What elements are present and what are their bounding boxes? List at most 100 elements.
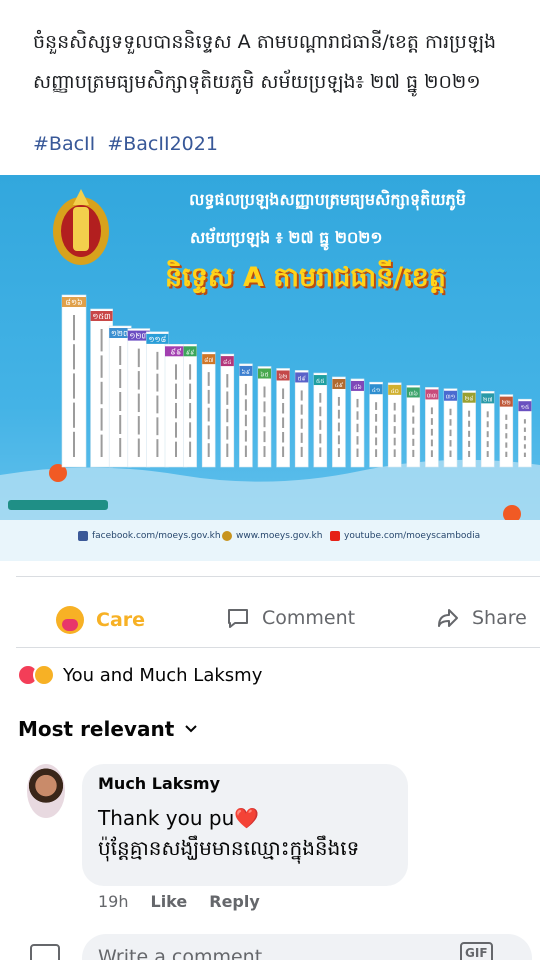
- bar-value-label: ៩៩: [186, 349, 195, 356]
- post-card: ចំនួនសិស្សទទួលបាននិទ្ទេស A តាមបណ្តារាជធា…: [0, 0, 540, 578]
- bar-province-label: [244, 430, 247, 442]
- bar-province-label: [175, 441, 177, 457]
- bar-value-label: ២២: [502, 400, 511, 407]
- bar-province-label: [505, 442, 508, 448]
- comment-button[interactable]: Comment: [226, 606, 355, 630]
- bar-value-label: ៤៩: [335, 382, 344, 389]
- bar-province-label: [282, 417, 285, 428]
- bar-province-label: [412, 405, 415, 413]
- reply-comment-button[interactable]: Reply: [209, 892, 260, 911]
- bar-province-label: [282, 446, 285, 457]
- care-emoji-icon: [56, 606, 84, 634]
- bar-province-label: [156, 395, 159, 414]
- bar-value-label: ២៨: [465, 396, 474, 403]
- image-link-youtube: youtube.com/moeyscambodia: [330, 531, 480, 541]
- bar-province-label: [337, 396, 340, 406]
- bar-province-label: [189, 402, 192, 419]
- bar-province-label: [73, 402, 75, 428]
- gif-button[interactable]: GIF: [460, 942, 493, 960]
- bar-province-label: [356, 423, 359, 433]
- comment-text-line-1: Thank you pu❤️: [98, 806, 260, 830]
- bar-province-label: [263, 446, 266, 457]
- bar-province-label: [137, 393, 140, 413]
- bar-province-label: [100, 329, 103, 352]
- bar-province-label: [337, 448, 340, 457]
- bar-province-label: [100, 434, 103, 457]
- bar-province-label: [505, 414, 508, 420]
- bar-province-label: [263, 386, 266, 398]
- bar-province-label: [73, 315, 75, 341]
- bar-province-label: [100, 381, 103, 405]
- comment-label: Comment: [262, 607, 356, 629]
- comment-author[interactable]: Much Laksmy: [98, 774, 392, 793]
- bar-value-label: ៤១: [372, 387, 381, 394]
- bar-value-label: ១២៧: [111, 329, 130, 338]
- avatar[interactable]: [27, 764, 65, 818]
- bar-province-label: [282, 402, 285, 414]
- comment-bubble: Much Laksmy Thank you pu❤️ ប៉ុន្តែគ្មានស…: [82, 764, 408, 886]
- bar-value-label: ៦២: [279, 373, 288, 380]
- bar-province-label: [263, 431, 266, 443]
- bar-province-label: [523, 435, 526, 441]
- bar-value-label: ៥៥: [316, 378, 325, 385]
- divider: [16, 576, 540, 577]
- bar-province-label: [207, 389, 210, 404]
- bar-province-label: [100, 408, 103, 431]
- post-image[interactable]: លទ្ធផលប្រឡងសញ្ញាបត្រមធ្យមសិក្សាទុតិយភូមិ…: [0, 175, 540, 561]
- bar-province-label: [207, 407, 210, 422]
- bar-province-label: [337, 422, 340, 432]
- bar-province-label: [523, 444, 526, 449]
- chevron-down-icon: [185, 725, 197, 733]
- bar-province-label: [119, 391, 122, 411]
- bar-province-label: [486, 421, 489, 428]
- hashtag-link[interactable]: #BacII2021: [107, 133, 218, 155]
- bar-province-label: [523, 452, 526, 457]
- bar-province-label: [468, 420, 471, 427]
- camera-icon[interactable]: [30, 944, 60, 960]
- bar-province-label: [486, 441, 489, 448]
- bar-province-label: [207, 425, 210, 440]
- share-label: Share: [472, 607, 527, 629]
- comment-text-line-2: ប៉ុន្តែគ្មានសង្ឃឹមមានឈ្មោះក្នុងនឹងទេ: [98, 836, 360, 860]
- care-button[interactable]: Care: [56, 606, 145, 634]
- bar-province-label: [300, 432, 303, 443]
- bar-province-label: [430, 407, 433, 415]
- hashtag-link[interactable]: #BacII: [33, 133, 95, 155]
- bar-province-label: [486, 411, 489, 418]
- bar-province-label: [175, 422, 177, 438]
- bar-province-label: [412, 438, 415, 446]
- bar-value-label: ៦៩: [242, 369, 251, 376]
- bar-province-label: [156, 417, 159, 436]
- bar-province-label: [319, 393, 322, 403]
- comment-bubble-icon: [228, 609, 248, 628]
- comment-timestamp: 19h: [98, 892, 129, 911]
- share-button[interactable]: Share: [436, 606, 527, 630]
- bar-value-label: ៨១៦: [65, 298, 82, 307]
- bar-province-label: [189, 364, 192, 380]
- bar-province-label: [412, 449, 415, 457]
- bar-province-label: [137, 348, 140, 368]
- bar-province-label: [393, 426, 396, 434]
- divider: [16, 647, 540, 648]
- bar-province-label: [375, 437, 378, 446]
- youtube-icon: [330, 531, 340, 541]
- bar-province-label: [337, 435, 340, 445]
- bar-province-label: [156, 439, 159, 457]
- bar-province-label: [375, 425, 378, 434]
- bar-value-label: ៤៦: [353, 384, 362, 391]
- share-arrow-icon: [438, 609, 458, 627]
- bar-province-label: [430, 428, 433, 436]
- bar-province-label: [468, 440, 471, 447]
- bar-province-label: [300, 390, 303, 401]
- bar-value-label: ៨៤: [223, 359, 232, 366]
- bar-province-label: [505, 451, 508, 457]
- reaction-summary[interactable]: You and Much Laksmy: [17, 664, 262, 686]
- bar-province-label: [505, 423, 508, 430]
- like-comment-button[interactable]: Like: [151, 892, 188, 911]
- bar-province-label: [486, 431, 489, 438]
- bar-province-label: [73, 344, 75, 370]
- sort-comments-dropdown[interactable]: Most relevant: [18, 717, 198, 741]
- bar-value-label: ១៥៣: [92, 312, 111, 321]
- bar-province-label: [468, 430, 471, 437]
- image-link-facebook: facebook.com/moeys.gov.kh: [78, 531, 221, 541]
